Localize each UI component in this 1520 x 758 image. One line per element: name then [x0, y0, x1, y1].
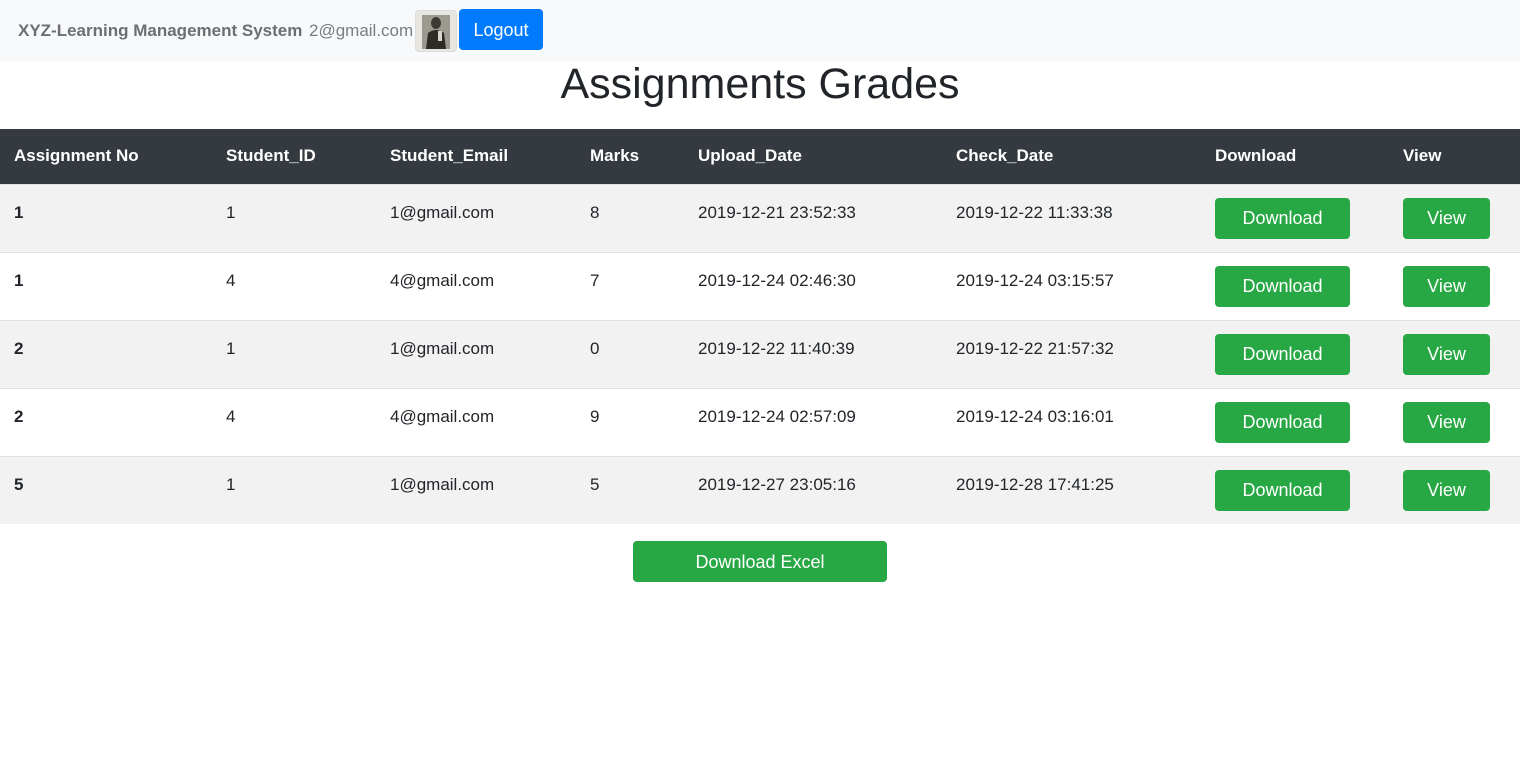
user-email: 2@gmail.com — [309, 21, 414, 40]
upload-date-cell: 2019-12-27 23:05:16 — [698, 474, 856, 494]
student-email-cell: 1@gmail.com — [390, 202, 495, 222]
table-row: 2 4 4@gmail.com 9 2019-12-24 02:57:09 20… — [0, 388, 1520, 456]
upload-date-cell: 2019-12-22 11:40:39 — [698, 338, 855, 358]
student-email-cell: 1@gmail.com — [390, 474, 495, 494]
download-button[interactable]: Download — [1215, 197, 1350, 239]
download-excel-button[interactable]: Download Excel — [633, 541, 887, 582]
table-row: 5 1 1@gmail.com 5 2019-12-27 23:05:16 20… — [0, 456, 1520, 524]
check-date-cell: 2019-12-22 11:33:38 — [956, 202, 1113, 222]
view-cell: View — [1389, 184, 1520, 252]
check-date-cell: 2019-12-24 03:15:57 — [956, 270, 1114, 290]
view-button[interactable]: View — [1403, 469, 1490, 511]
table-row: 2 1 1@gmail.com 0 2019-12-22 11:40:39 20… — [0, 320, 1520, 388]
navbar: XYZ-Learning Management System 2@gmail.c… — [0, 0, 1520, 62]
marks-cell: 5 — [590, 474, 600, 494]
download-cell: Download — [1201, 184, 1389, 252]
check-date-cell: 2019-12-28 17:41:25 — [956, 474, 1114, 494]
view-cell: View — [1389, 456, 1520, 524]
marks-cell: 0 — [590, 338, 600, 358]
view-cell: View — [1389, 388, 1520, 456]
download-cell: Download — [1201, 388, 1389, 456]
download-button[interactable]: Download — [1215, 265, 1350, 307]
download-cell: Download — [1201, 320, 1389, 388]
marks-cell: 8 — [590, 202, 600, 222]
check-date-cell: 2019-12-24 03:16:01 — [956, 406, 1114, 426]
student-email-cell: 4@gmail.com — [390, 406, 495, 426]
header-upload-date: Upload_Date — [698, 146, 802, 166]
table-row: 1 4 4@gmail.com 7 2019-12-24 02:46:30 20… — [0, 252, 1520, 320]
student-id-cell: 1 — [226, 202, 236, 222]
check-date-cell: 2019-12-22 21:57:32 — [956, 338, 1114, 358]
assignment-no-cell: 5 — [14, 474, 24, 494]
download-cell: Download — [1201, 252, 1389, 320]
marks-cell: 7 — [590, 270, 600, 290]
upload-date-cell: 2019-12-24 02:57:09 — [698, 406, 856, 426]
header-check-date: Check_Date — [956, 146, 1054, 166]
download-button[interactable]: Download — [1215, 401, 1350, 443]
user-photo-icon — [416, 11, 456, 51]
view-button[interactable]: View — [1403, 197, 1490, 239]
page-title: Assignments Grades — [560, 60, 960, 108]
assignment-no-cell: 2 — [14, 338, 24, 358]
view-cell: View — [1389, 320, 1520, 388]
student-id-cell: 4 — [226, 406, 236, 426]
marks-cell: 9 — [590, 406, 600, 426]
header-assignment-no: Assignment No — [14, 146, 139, 166]
table-header-row: Assignment No Student_ID Student_Email M… — [0, 129, 1520, 184]
view-button[interactable]: View — [1403, 333, 1490, 375]
student-email-cell: 1@gmail.com — [390, 338, 495, 358]
header-download: Download — [1215, 146, 1297, 166]
assignment-no-cell: 1 — [14, 270, 24, 290]
header-view: View — [1403, 146, 1442, 166]
table-row: 1 1 1@gmail.com 8 2019-12-21 23:52:33 20… — [0, 184, 1520, 252]
download-button[interactable]: Download — [1215, 469, 1350, 511]
view-button[interactable]: View — [1403, 265, 1490, 307]
header-marks: Marks — [590, 146, 640, 166]
student-id-cell: 1 — [226, 474, 236, 494]
download-button[interactable]: Download — [1215, 333, 1350, 375]
view-button[interactable]: View — [1403, 401, 1490, 443]
download-cell: Download — [1201, 456, 1389, 524]
upload-date-cell: 2019-12-21 23:52:33 — [698, 202, 856, 222]
grades-table: Assignment No Student_ID Student_Email M… — [0, 129, 1520, 524]
student-id-cell: 1 — [226, 338, 236, 358]
view-cell: View — [1389, 252, 1520, 320]
header-student-id: Student_ID — [226, 146, 316, 166]
logout-button[interactable]: Logout — [459, 9, 543, 50]
assignment-no-cell: 1 — [14, 202, 24, 222]
avatar[interactable] — [415, 10, 457, 52]
header-student-email: Student_Email — [390, 146, 509, 166]
assignment-no-cell: 2 — [14, 406, 24, 426]
brand-title[interactable]: XYZ-Learning Management System — [18, 20, 302, 42]
student-id-cell: 4 — [226, 270, 236, 290]
upload-date-cell: 2019-12-24 02:46:30 — [698, 270, 856, 290]
student-email-cell: 4@gmail.com — [390, 270, 495, 290]
